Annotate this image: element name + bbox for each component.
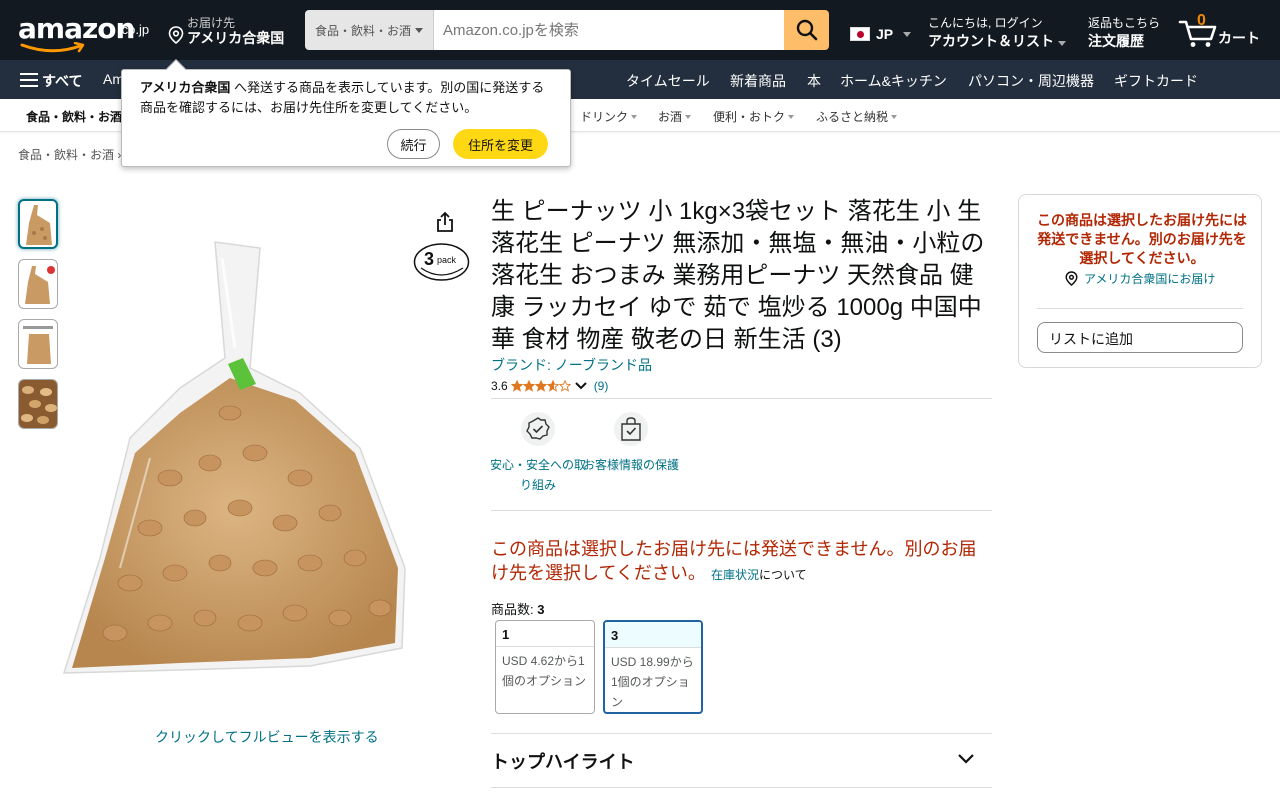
change-address-button[interactable]: 住所を変更 [453, 129, 548, 159]
chevron-down-icon[interactable] [957, 752, 975, 766]
continue-button[interactable]: 続行 [387, 129, 440, 159]
caret-down-icon [685, 114, 692, 119]
language-label: JP [876, 26, 894, 42]
stock-status-link[interactable]: 在庫状況 [711, 568, 759, 582]
buy-box: この商品は選択したお届け先には発送できません。別のお届け先を選択してください。 … [1018, 194, 1262, 368]
orders-label: 注文履歴 [1088, 33, 1144, 49]
top-highlights-heading[interactable]: トップハイライト [491, 748, 635, 774]
safety-badge-label: 安心・安全への取り組み [490, 458, 587, 492]
star-icon [522, 380, 535, 392]
search-icon [796, 19, 817, 41]
nav-books[interactable]: 本 [807, 71, 821, 91]
privacy-badge-label: お客様情報の保護 [583, 458, 680, 472]
orders-link[interactable]: 返品もこちら 注文履歴 [1088, 14, 1160, 51]
product-main-image[interactable] [60, 238, 472, 683]
breadcrumb[interactable]: 食品・飲料・お酒 › [18, 146, 121, 163]
account-greeting: こんにちは, ログイン [928, 16, 1043, 30]
cart-button[interactable]: 0 カート [1178, 12, 1268, 50]
star-icon [510, 380, 523, 392]
rating-row: 3.6 (9) [491, 379, 608, 393]
subnav-item-alcohol[interactable]: お酒 [658, 108, 692, 125]
caret-down-icon [631, 114, 638, 119]
subnav-title[interactable]: 食品・飲料・お酒 [26, 108, 122, 125]
caret-down-icon [891, 114, 898, 119]
search-category-label: 食品・飲料・お酒 [314, 23, 411, 38]
buybox-unavailable-message: この商品は選択したお届け先には発送できません。別のお届け先を選択してください。 [1037, 212, 1247, 266]
search-category-dropdown[interactable]: 食品・飲料・お酒 [305, 10, 434, 50]
divider [491, 398, 992, 399]
star-icon [546, 380, 559, 392]
caret-down-icon [903, 31, 912, 37]
caret-down-icon [415, 27, 423, 33]
location-pin-icon [168, 26, 184, 44]
privacy-badge[interactable]: お客様情報の保護 [583, 412, 679, 475]
nav-home-kitchen[interactable]: ホーム&キッチン [840, 71, 947, 91]
account-menu[interactable]: こんにちは, ログイン アカウント＆リスト [928, 14, 1066, 51]
rating-value: 3.6 [491, 379, 508, 393]
divider [491, 510, 992, 511]
safety-badge[interactable]: 安心・安全への取り組み [490, 412, 586, 495]
option-title: 3 [605, 622, 701, 648]
popover-message: アメリカ合衆国 へ発送する商品を表示しています。別の国に発送する商品を確認するに… [140, 80, 545, 115]
account-lists-label: アカウント＆リスト [928, 31, 1066, 51]
cart-label: カート [1218, 30, 1260, 46]
nav-new-arrivals[interactable]: 新着商品 [730, 71, 786, 91]
chevron-down-icon[interactable] [574, 381, 588, 391]
caret-down-icon [1058, 41, 1066, 46]
amazon-logo[interactable]: amazon .co.jp [18, 12, 153, 53]
logo-suffix: .co.jp [118, 22, 150, 37]
nav-timesale[interactable]: タイムセール [626, 71, 710, 91]
option-title: 1 [496, 621, 594, 647]
star-rating[interactable] [510, 380, 571, 392]
hamburger-menu-icon[interactable] [20, 73, 38, 87]
nav-all[interactable]: すべて [42, 71, 82, 91]
caret-down-icon [788, 114, 795, 119]
quantity-option-1[interactable]: 1 USD 4.62から1個のオプション [495, 620, 595, 714]
buybox-deliver-link[interactable]: アメリカ合衆国にお届け [1065, 270, 1215, 287]
quantity-label: 商品数: 3 [491, 602, 545, 617]
star-icon [558, 380, 571, 392]
search-input[interactable] [434, 10, 784, 50]
secure-bag-icon [614, 412, 648, 446]
thumbnail-3[interactable] [18, 319, 58, 369]
search-button[interactable] [784, 10, 829, 50]
thumbnail-2[interactable] [18, 259, 58, 309]
divider [491, 787, 992, 788]
returns-label: 返品もこちら [1088, 16, 1161, 30]
divider [1037, 308, 1243, 309]
subnav-item-furusato[interactable]: ふるさと納税 [816, 108, 898, 125]
nav-pc[interactable]: パソコン・周辺機器 [968, 71, 1094, 91]
option-desc: USD 18.99から1個のオプション [611, 655, 694, 709]
deliver-country: アメリカ合衆国 [187, 30, 285, 46]
unavailable-message: この商品は選択したお届け先には発送できません。別のお届け先を選択してください。 … [491, 539, 977, 583]
location-pin-icon [1065, 271, 1078, 286]
thumbnail-4[interactable] [18, 379, 58, 429]
top-header: amazon .co.jp お届け先 アメリカ合衆国 食品・飲料・お酒 JP [0, 0, 1280, 60]
brand-link[interactable]: ブランド: ノーブランド品 [491, 355, 652, 375]
add-to-list-button[interactable]: リストに追加 [1037, 322, 1243, 353]
star-icon [534, 380, 547, 392]
product-title: 生 ピーナッツ 小 1kg×3袋セット 落花生 小 生落花生 ピーナツ 無添加・… [491, 198, 985, 353]
cart-count: 0 [1197, 12, 1206, 29]
full-view-link[interactable]: クリックしてフルビューを表示する [155, 727, 379, 747]
divider [491, 733, 992, 734]
thumbnail-1[interactable] [18, 199, 58, 249]
search-bar: 食品・飲料・お酒 [305, 10, 829, 50]
nav-gift-cards[interactable]: ギフトカード [1114, 71, 1198, 91]
subnav-item-drinks[interactable]: ドリンク [580, 108, 638, 125]
share-icon[interactable] [435, 211, 455, 233]
option-desc: USD 4.62から1個のオプション [502, 654, 587, 688]
smile-arrow-icon [20, 42, 85, 53]
language-selector[interactable]: JP [850, 26, 912, 42]
logo-text: amazon [18, 12, 135, 45]
quantity-option-3[interactable]: 3 USD 18.99から1個のオプション [603, 620, 703, 714]
japan-flag-icon [850, 27, 870, 41]
address-popover: アメリカ合衆国 へ発送する商品を表示しています。別の国に発送する商品を確認するに… [121, 59, 571, 167]
subnav-item-deals[interactable]: 便利・おトク [713, 108, 795, 125]
shield-check-icon [521, 412, 555, 446]
quantity-selected: 3 [537, 602, 545, 617]
review-count-link[interactable]: (9) [594, 379, 609, 393]
